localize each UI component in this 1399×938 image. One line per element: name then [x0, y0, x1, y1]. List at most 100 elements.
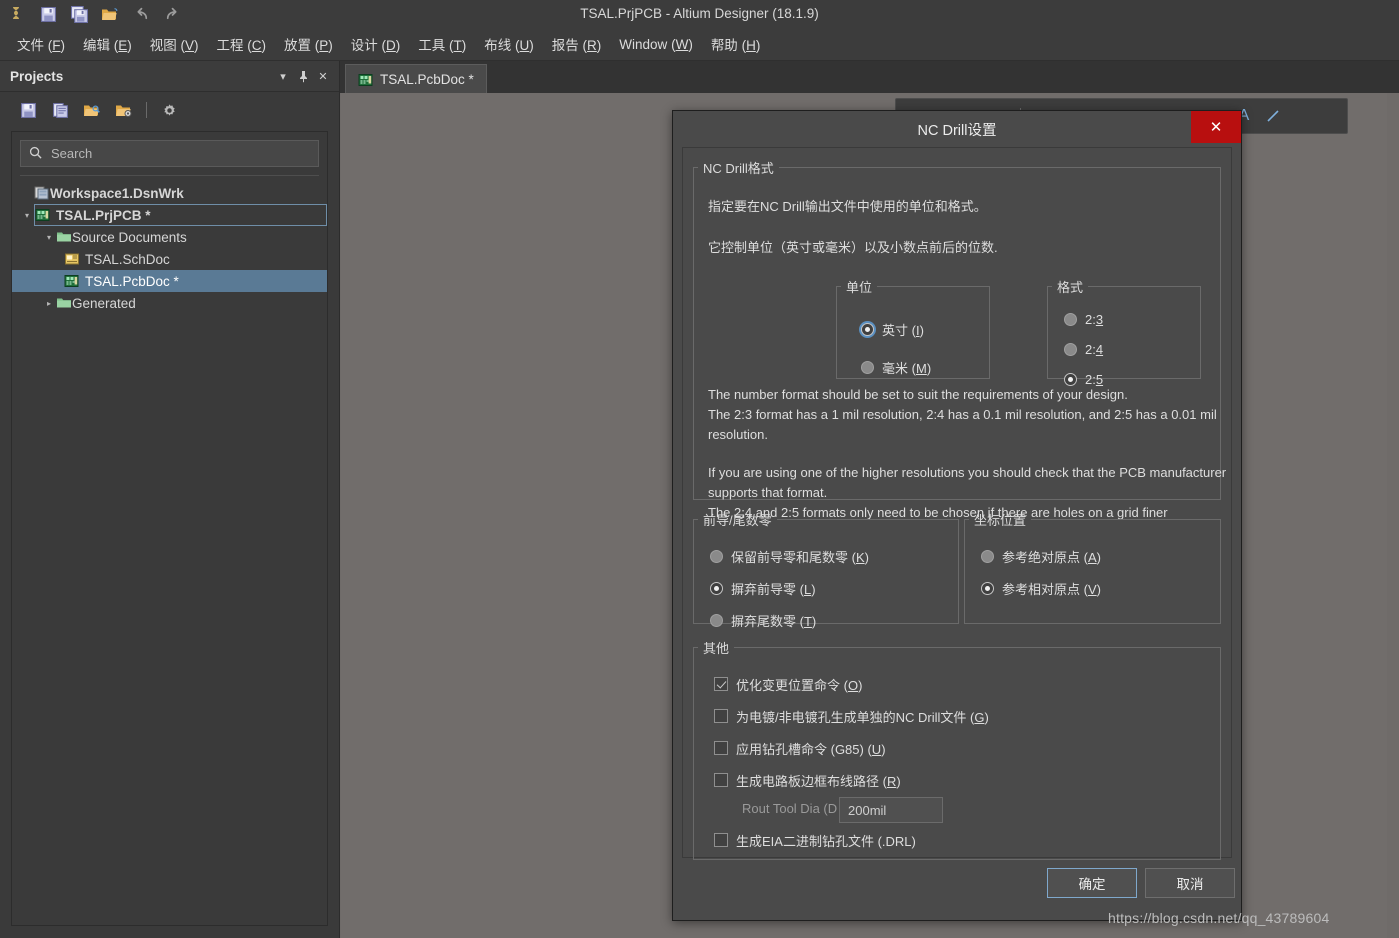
projects-tree: Workspace1.DsnWrk ▾ TSAL.PrjPCB * ▾ Sour: [12, 182, 327, 314]
checkbox-generate-eia-binary-drill-file[interactable]: 生成EIA二进制钻孔文件 (.DRL): [714, 829, 916, 851]
rout-tool-dia-label: Rout Tool Dia (D: [742, 801, 838, 816]
dialog-title: NC Drill设置: [917, 123, 997, 139]
menu-window[interactable]: Window (W): [610, 33, 702, 56]
digits-format-group: 格式 2:3 2:4 2:5: [1047, 277, 1201, 387]
radio-label: 2:3: [1085, 311, 1104, 327]
format-description-line1: 指定要在NC Drill输出文件中使用的单位和格式。: [708, 199, 987, 214]
save-all-icon[interactable]: [68, 3, 90, 25]
menubar: 文件 (F) 编辑 (E) 视图 (V) 工程 (C) 放置 (P) 设计 (D…: [0, 28, 1399, 61]
checkbox-generate-board-edge-rout-path[interactable]: 生成电路板边框布线路径 (R): [714, 769, 901, 791]
search-input[interactable]: [49, 145, 310, 162]
workspace-icon: [34, 185, 50, 201]
menu-project[interactable]: 工程 (C): [208, 30, 276, 58]
checkbox-label: 生成电路板边框布线路径: [736, 773, 880, 789]
checkbox-separate-plated-nonplated-files[interactable]: 为电镀/非电镀孔生成单独的NC Drill文件 (G): [714, 705, 989, 727]
folder-icon: [56, 229, 72, 245]
checkbox-indicator: [714, 833, 728, 847]
dialog-body: NC Drill格式 指定要在NC Drill输出文件中使用的单位和格式。 它控…: [682, 147, 1232, 860]
checkbox-optimize-change-location-commands[interactable]: 优化变更位置命令 (O): [714, 673, 862, 695]
search-field[interactable]: [20, 140, 319, 167]
tree-item-schdoc[interactable]: TSAL.SchDoc: [12, 248, 327, 270]
group-legend: 坐标位置: [974, 513, 1027, 528]
tree-item-workspace[interactable]: Workspace1.DsnWrk: [12, 182, 327, 204]
group-legend: 前导/尾数零: [703, 513, 772, 528]
twisty-icon[interactable]: ▾: [42, 233, 56, 242]
radio-indicator: [861, 360, 874, 374]
radio-unit-inch[interactable]: 英寸 (I): [861, 318, 924, 340]
rout-tool-dia-row: Rout Tool Dia (D 200mil: [742, 797, 1002, 823]
tree-item-project[interactable]: ▾ TSAL.PrjPCB *: [12, 204, 327, 226]
dialog-titlebar: NC Drill设置 ✕: [673, 111, 1241, 151]
project-options-icon[interactable]: [114, 100, 134, 120]
twisty-icon[interactable]: ▸: [42, 299, 56, 308]
radio-label: 毫米: [882, 360, 909, 376]
tree-item-pcbdoc[interactable]: TSAL.PcbDoc *: [12, 270, 327, 292]
search-icon: [29, 146, 42, 162]
menu-edit[interactable]: 编辑 (E): [74, 30, 141, 58]
coordinate-position-group: 坐标位置 参考绝对原点 (A) 参考相对原点 (V): [964, 510, 1221, 624]
menu-view[interactable]: 视图 (V): [141, 30, 208, 58]
radio-label: 2:4: [1085, 341, 1104, 357]
menu-file[interactable]: 文件 (F): [8, 30, 74, 58]
close-icon[interactable]: ✕: [313, 66, 333, 86]
tab-tsal-pcbdoc[interactable]: TSAL.PcbDoc *: [345, 64, 487, 94]
chevron-down-icon[interactable]: ▾: [273, 66, 293, 86]
menu-route[interactable]: 布线 (U): [475, 30, 543, 58]
radio-keep-leading-trailing-zeros[interactable]: 保留前导零和尾数零 (K): [710, 545, 869, 567]
copy-icon[interactable]: [50, 100, 70, 120]
twisty-icon[interactable]: ▾: [20, 211, 34, 220]
close-icon[interactable]: ✕: [1191, 111, 1241, 143]
menu-help[interactable]: 帮助 (H): [702, 30, 770, 58]
menu-place[interactable]: 放置 (P): [275, 30, 342, 58]
radio-format-24[interactable]: 2:4: [1064, 338, 1103, 360]
gear-icon[interactable]: [159, 100, 179, 120]
checkbox-label: 生成EIA二进制钻孔文件: [736, 833, 874, 849]
menu-design[interactable]: 设计 (D): [342, 30, 410, 58]
checkbox-use-drilled-slot-command[interactable]: 应用钻孔槽命令 (G85) (U): [714, 737, 886, 759]
tree-item-label: TSAL.PcbDoc *: [85, 273, 179, 289]
open-project-icon[interactable]: [82, 100, 102, 120]
units-group: 单位 英寸 (I) 毫米 (M): [836, 277, 990, 379]
rout-tool-dia-input[interactable]: 200mil: [839, 797, 943, 823]
nc-drill-format-group: NC Drill格式 指定要在NC Drill输出文件中使用的单位和格式。 它控…: [693, 158, 1226, 520]
app-titlebar: TSAL.PrjPCB - Altium Designer (18.1.9): [0, 0, 1399, 28]
rout-tool-dia-value: 200mil: [848, 802, 887, 818]
group-legend: NC Drill格式: [703, 161, 774, 176]
radio-label: 摒弃前导零: [731, 581, 797, 597]
pin-icon[interactable]: [293, 66, 313, 86]
tab-label: TSAL.PcbDoc *: [380, 72, 474, 87]
folder-icon: [56, 295, 72, 311]
radio-suppress-leading-zeros[interactable]: 摒弃前导零 (L): [710, 577, 816, 599]
tree-item-generated[interactable]: ▸ Generated: [12, 292, 327, 314]
projects-panel: Projects ▾ ✕ Search Workspace1.DsnWrk ▾ …: [0, 61, 340, 938]
undo-icon[interactable]: [130, 3, 152, 25]
checkbox-label: 为电镀/非电镀孔生成单独的NC Drill文件: [736, 709, 967, 725]
document-tabstrip: TSAL.PcbDoc *: [340, 61, 1399, 94]
checkbox-indicator: [714, 709, 728, 723]
line-tool-icon[interactable]: [1264, 107, 1282, 125]
redo-icon[interactable]: [161, 3, 183, 25]
radio-reference-relative-origin[interactable]: 参考相对原点 (V): [981, 577, 1101, 599]
nc-drill-setup-dialog: NC Drill设置 ✕ NC Drill格式 指定要在NC Drill输出文件…: [672, 110, 1242, 921]
radio-unit-mm[interactable]: 毫米 (M): [861, 356, 931, 378]
ok-button[interactable]: 确定: [1047, 868, 1137, 898]
radio-format-23[interactable]: 2:3: [1064, 308, 1103, 330]
app-title: TSAL.PrjPCB - Altium Designer (18.1.9): [580, 6, 819, 21]
open-icon[interactable]: [99, 3, 121, 25]
projects-panel-header: Projects ▾ ✕: [0, 61, 339, 92]
checkbox-label: 优化变更位置命令: [736, 677, 841, 693]
save-icon[interactable]: [37, 3, 59, 25]
tree-item-label: Workspace1.DsnWrk: [50, 185, 184, 201]
tree-item-label: TSAL.PrjPCB *: [56, 207, 151, 223]
radio-indicator: [981, 581, 994, 595]
menu-reports[interactable]: 报告 (R): [543, 30, 611, 58]
projects-toolbar: [0, 92, 339, 128]
menu-tools[interactable]: 工具 (T): [409, 30, 475, 58]
tree-item-source-documents[interactable]: ▾ Source Documents: [12, 226, 327, 248]
radio-suppress-trailing-zeros[interactable]: 摒弃尾数零 (T): [710, 609, 816, 631]
cancel-button[interactable]: 取消: [1145, 868, 1235, 898]
tree-separator: [20, 175, 319, 176]
save-icon[interactable]: [18, 100, 38, 120]
toolbar-separator: [146, 102, 147, 118]
radio-reference-absolute-origin[interactable]: 参考绝对原点 (A): [981, 545, 1101, 567]
